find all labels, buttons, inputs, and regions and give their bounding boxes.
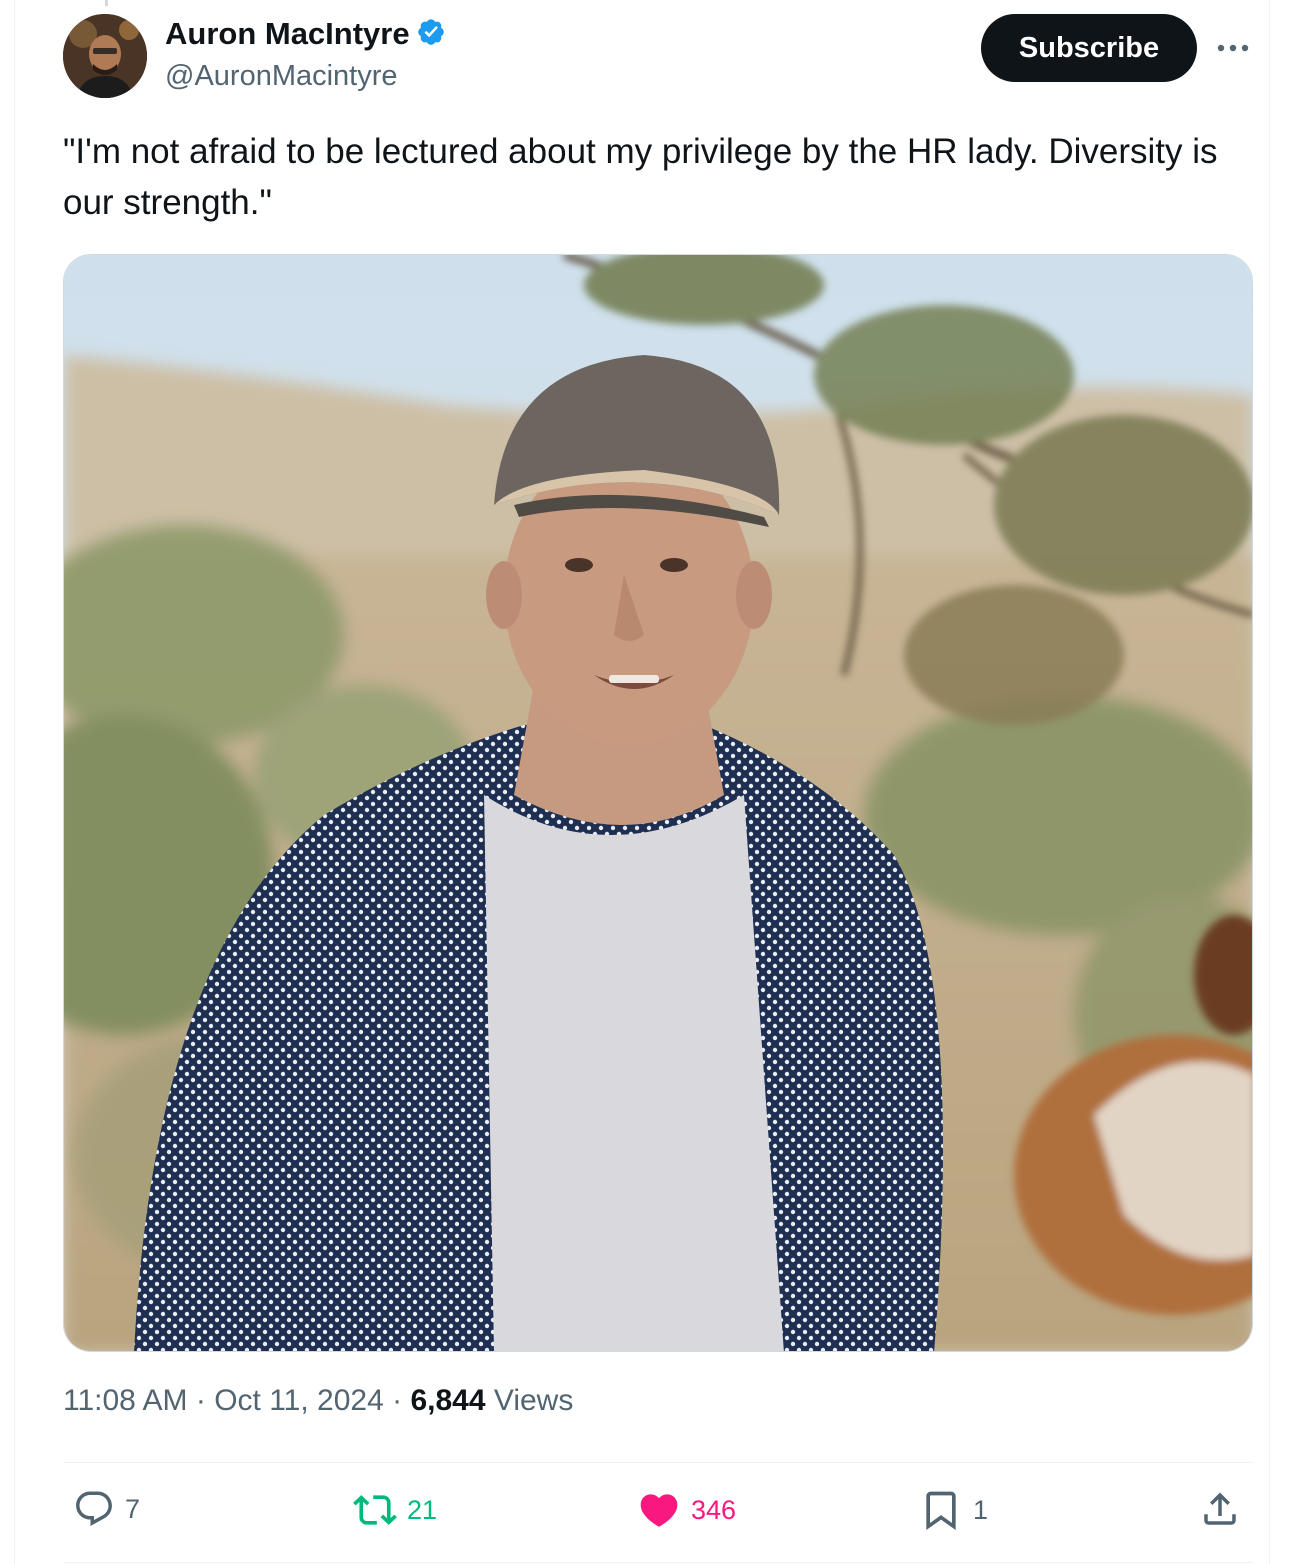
tweet-meta: 11:08 AM · Oct 11, 2024 · 6,844 Views bbox=[63, 1384, 573, 1418]
more-horizontal-icon[interactable] bbox=[1213, 30, 1253, 66]
retweet-count: 21 bbox=[407, 1494, 438, 1525]
author-display-name[interactable]: Auron MacIntyre bbox=[165, 16, 410, 52]
like-count: 346 bbox=[691, 1494, 737, 1525]
tweet-text: "I'm not afraid to be lectured about my … bbox=[63, 132, 1218, 222]
bookmark-icon bbox=[919, 1488, 963, 1532]
reply-icon bbox=[73, 1488, 115, 1530]
views-count: 6,844 bbox=[410, 1384, 486, 1417]
author-name-row[interactable]: Auron MacIntyre bbox=[165, 16, 446, 52]
tweet-time[interactable]: 11:08 AM bbox=[63, 1384, 188, 1417]
share-icon bbox=[1199, 1488, 1241, 1530]
share-button[interactable] bbox=[1199, 1488, 1241, 1530]
avatar[interactable] bbox=[63, 14, 147, 98]
meta-separator: · bbox=[187, 1384, 215, 1417]
thread-connector-line bbox=[105, 0, 108, 6]
bookmark-button[interactable]: 1 bbox=[919, 1488, 988, 1532]
video-thumbnail[interactable] bbox=[63, 254, 1253, 1352]
author-handle[interactable]: @AuronMacintyre bbox=[165, 60, 398, 93]
reply-count: 7 bbox=[125, 1493, 141, 1524]
views-label: Views bbox=[485, 1384, 574, 1417]
bookmark-count: 1 bbox=[973, 1494, 989, 1525]
divider bbox=[63, 1462, 1253, 1463]
tweet-date[interactable]: Oct 11, 2024 bbox=[214, 1384, 384, 1417]
tweet-card: Auron MacIntyre @AuronMacintyre Subscrib… bbox=[14, 0, 1270, 1564]
retweet-button[interactable]: 21 bbox=[353, 1488, 437, 1532]
retweet-icon bbox=[353, 1488, 397, 1532]
like-button[interactable]: 346 bbox=[637, 1488, 736, 1532]
verified-badge-icon bbox=[416, 17, 446, 52]
divider bbox=[63, 1562, 1253, 1563]
meta-separator: · bbox=[383, 1384, 411, 1417]
reply-button[interactable]: 7 bbox=[73, 1488, 140, 1530]
subscribe-button[interactable]: Subscribe bbox=[981, 14, 1197, 82]
heart-icon bbox=[637, 1488, 681, 1532]
